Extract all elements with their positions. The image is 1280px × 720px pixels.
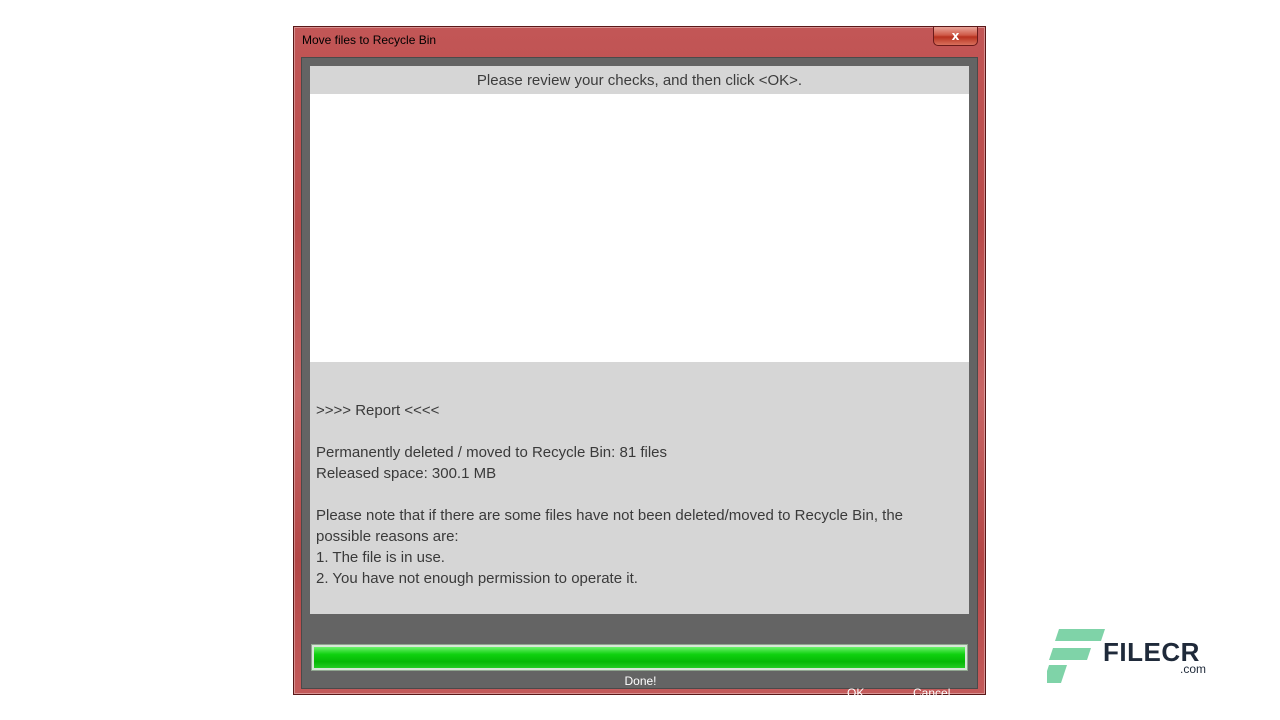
filecr-domain-text: .com bbox=[1180, 662, 1207, 676]
report-released-space: Released space: 300.1 MB bbox=[316, 465, 497, 482]
cancel-button[interactable]: Cancel bbox=[913, 686, 950, 700]
title-bar[interactable]: Move files to Recycle Bin x bbox=[294, 27, 985, 55]
report-note-line1: Please note that if there are some files… bbox=[316, 507, 904, 524]
filecr-logo-icon bbox=[1047, 629, 1105, 683]
report-deleted-count: Permanently deleted / moved to Recycle B… bbox=[316, 444, 668, 461]
list-header: Please review your checks, and then clic… bbox=[310, 66, 969, 94]
report-note-line2: possible reasons are: bbox=[316, 528, 459, 545]
report-heading: >>>> Report <<<< bbox=[316, 402, 440, 419]
report-reason-2: 2. You have not enough permission to ope… bbox=[316, 570, 638, 587]
progress-bar bbox=[311, 644, 968, 671]
file-list-panel[interactable]: Please review your checks, and then clic… bbox=[310, 66, 969, 362]
dialog-client-area: Please review your checks, and then clic… bbox=[301, 57, 978, 700]
progress-fill bbox=[314, 647, 965, 668]
report-reason-1: 1. The file is in use. bbox=[316, 549, 445, 566]
close-button[interactable]: x bbox=[933, 27, 978, 46]
dialog-window: Move files to Recycle Bin x Please revie… bbox=[293, 26, 986, 700]
close-icon: x bbox=[951, 29, 960, 43]
progress-status: Done! bbox=[624, 674, 657, 688]
report-panel: >>>> Report <<<< Permanently deleted / m… bbox=[310, 362, 969, 614]
filecr-watermark: FILECR .com bbox=[1047, 629, 1217, 683]
ok-button[interactable]: OK bbox=[847, 686, 864, 700]
window-title: Move files to Recycle Bin bbox=[302, 33, 437, 47]
